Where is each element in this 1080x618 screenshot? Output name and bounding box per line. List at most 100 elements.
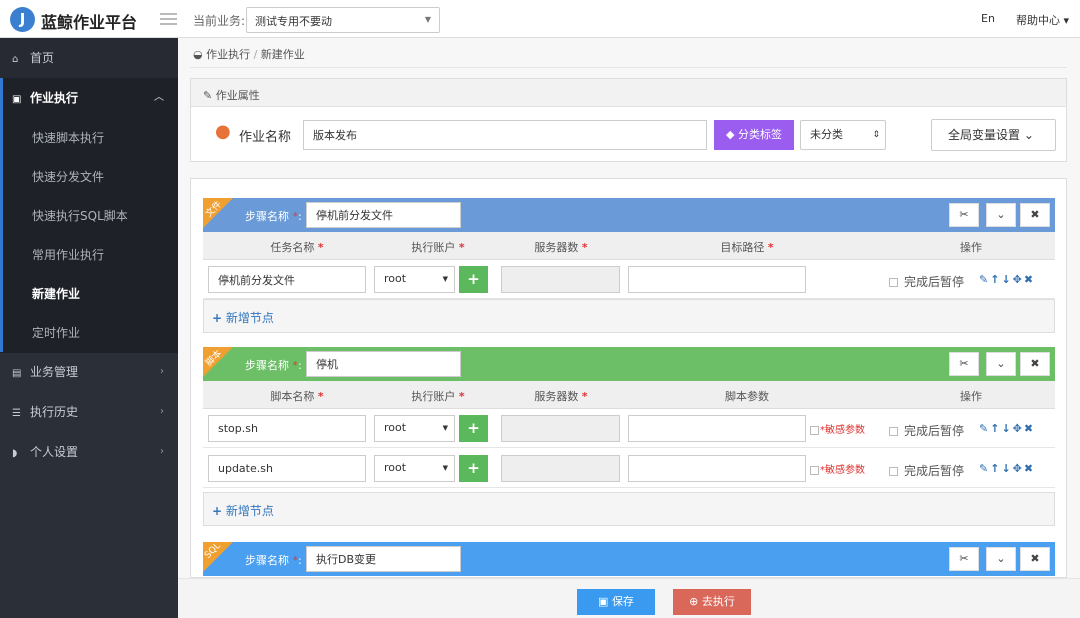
delete-icon[interactable]: ✖ bbox=[1024, 462, 1035, 475]
tag-label-text: 分类标签 bbox=[737, 128, 782, 141]
move-icon[interactable]: ✥ bbox=[1013, 273, 1024, 286]
task-name-input[interactable] bbox=[208, 266, 366, 293]
sidebar-item-history[interactable]: ☰ 执行历史 › bbox=[0, 392, 178, 432]
chevron-down-icon[interactable]: ⌄ bbox=[986, 547, 1016, 571]
chevron-down-icon[interactable]: ⌄ bbox=[986, 352, 1016, 376]
close-icon[interactable]: ✖ bbox=[1020, 547, 1050, 571]
sidebar-item-label: 执行历史 bbox=[30, 405, 79, 419]
arrow-down-icon[interactable]: ↓ bbox=[1001, 422, 1012, 435]
job-name-input[interactable] bbox=[303, 120, 707, 150]
script-params-input[interactable] bbox=[628, 415, 806, 442]
sidebar-subitem-new-job[interactable]: 新建作业 bbox=[0, 274, 178, 314]
global-vars-button[interactable]: 全局变量设置 ⌄ bbox=[931, 119, 1056, 151]
steps-panel: 文件 步骤名称 *: ✂⌄✖ 任务名称 * 执行账户 * 服务器数 * 目标路径… bbox=[190, 178, 1067, 578]
calendar-icon: ▣ bbox=[12, 94, 22, 105]
arrow-down-icon[interactable]: ↓ bbox=[1001, 273, 1012, 286]
job-properties-panel: ✎ 作业属性 ● 作业名称 ◆ 分类标签 未分类 ⇕ 全局变量设置 ⌄ bbox=[190, 78, 1067, 162]
execute-button[interactable]: ⊕ 去执行 bbox=[673, 589, 751, 615]
arrow-down-icon[interactable]: ↓ bbox=[1001, 462, 1012, 475]
sidebar-item-label: 业务管理 bbox=[30, 365, 79, 379]
chevron-up-icon: ︿ bbox=[154, 92, 164, 103]
scissors-icon[interactable]: ✂ bbox=[949, 547, 979, 571]
sidebar-item-job-exec[interactable]: ▣ 作业执行 ︿ bbox=[0, 78, 178, 118]
table-row: root▼ + *敏感参数 完成后暂停 ✎↑↓✥✖ bbox=[203, 450, 1055, 488]
step-name-input[interactable] bbox=[306, 546, 461, 572]
dashboard-icon: ◒ bbox=[193, 48, 207, 61]
sidebar-item-label: 个人设置 bbox=[30, 445, 79, 459]
add-node-button[interactable]: + 新增节点 bbox=[203, 492, 1055, 526]
chevron-circle-down-icon: ⌄ bbox=[1023, 128, 1034, 142]
breadcrumb-item[interactable]: 作业执行 bbox=[206, 48, 250, 61]
arrow-up-icon[interactable]: ↑ bbox=[990, 462, 1001, 475]
add-account-button[interactable]: + bbox=[459, 266, 488, 293]
account-select[interactable]: root ▼ bbox=[374, 266, 455, 293]
pause-after-checkbox[interactable]: 完成后暂停 bbox=[889, 462, 964, 479]
close-icon[interactable]: ✖ bbox=[1020, 352, 1050, 376]
category-value: 未分类 bbox=[810, 128, 843, 141]
table-row: root▼ + 完成后暂停 ✎↑↓✥✖ bbox=[203, 261, 1055, 299]
pause-after-checkbox[interactable]: 完成后暂停 bbox=[889, 273, 964, 290]
pause-after-checkbox[interactable]: 完成后暂停 bbox=[889, 422, 964, 439]
business-select[interactable]: 测试专用不要动 ▼ bbox=[246, 7, 440, 33]
pencil-icon[interactable]: ✎ bbox=[979, 462, 990, 475]
sidebar-subitem-common-job[interactable]: 常用作业执行 bbox=[0, 235, 178, 275]
sidebar-subitem-quick-sql[interactable]: 快速执行SQL脚本 bbox=[0, 196, 178, 236]
add-account-button[interactable]: + bbox=[459, 415, 488, 442]
help-center-menu[interactable]: 帮助中心 ▾ bbox=[1016, 12, 1069, 28]
col-header: 执行账户 * bbox=[411, 390, 465, 403]
step-name-input[interactable] bbox=[306, 202, 461, 228]
updown-icon: ⇕ bbox=[872, 130, 880, 140]
footer-bar: ▣ 保存 ⊕ 去执行 bbox=[178, 578, 1080, 618]
arrow-up-icon[interactable]: ↑ bbox=[990, 273, 1001, 286]
move-icon[interactable]: ✥ bbox=[1013, 462, 1024, 475]
category-select[interactable]: 未分类 ⇕ bbox=[800, 120, 886, 150]
step-name-input[interactable] bbox=[306, 351, 461, 377]
col-header: 目标路径 * bbox=[720, 241, 774, 254]
step-name-label: 步骤名称 *: bbox=[245, 359, 302, 372]
script-name-input[interactable] bbox=[208, 455, 366, 482]
close-icon[interactable]: ✖ bbox=[1020, 203, 1050, 227]
pencil-icon[interactable]: ✎ bbox=[979, 422, 990, 435]
scissors-icon[interactable]: ✂ bbox=[949, 203, 979, 227]
delete-icon[interactable]: ✖ bbox=[1024, 422, 1035, 435]
account-select[interactable]: root ▼ bbox=[374, 415, 455, 442]
save-button[interactable]: ▣ 保存 bbox=[577, 589, 655, 615]
sidebar-item-business[interactable]: ▤ 业务管理 › bbox=[0, 352, 178, 392]
arrow-up-icon[interactable]: ↑ bbox=[990, 422, 1001, 435]
scissors-icon[interactable]: ✂ bbox=[949, 352, 979, 376]
target-path-input[interactable] bbox=[628, 266, 806, 293]
menu-toggle-icon[interactable] bbox=[160, 13, 177, 25]
script-params-input[interactable] bbox=[628, 455, 806, 482]
col-header: 执行账户 * bbox=[411, 241, 465, 254]
col-header: 任务名称 * bbox=[270, 241, 324, 254]
pencil-icon[interactable]: ✎ bbox=[979, 273, 990, 286]
sidebar-item-home[interactable]: ⌂ 首页 bbox=[0, 38, 178, 78]
sidebar-subitem-quick-file[interactable]: 快速分发文件 bbox=[0, 157, 178, 197]
account-select[interactable]: root ▼ bbox=[374, 455, 455, 482]
language-switch[interactable]: En bbox=[981, 12, 995, 25]
sidebar-subitem-scheduled-job[interactable]: 定时作业 bbox=[0, 313, 178, 353]
row-actions: ✎↑↓✥✖ bbox=[979, 422, 1035, 435]
breadcrumb-item: 新建作业 bbox=[260, 48, 305, 61]
sensitive-param-checkbox[interactable]: *敏感参数 bbox=[810, 461, 865, 476]
server-count-field[interactable] bbox=[501, 266, 620, 293]
server-count-field[interactable] bbox=[501, 455, 620, 482]
sidebar-item-settings[interactable]: ◗ 个人设置 › bbox=[0, 432, 178, 472]
col-header: 操作 bbox=[960, 241, 982, 254]
sidebar-subitem-quick-script[interactable]: 快速脚本执行 bbox=[0, 118, 178, 158]
move-icon[interactable]: ✥ bbox=[1013, 422, 1024, 435]
add-node-button[interactable]: + 新增节点 bbox=[203, 299, 1055, 333]
chevron-right-icon: › bbox=[160, 446, 164, 457]
job-name-label: 作业名称 bbox=[239, 130, 292, 145]
sidebar-item-label: 首页 bbox=[30, 51, 55, 65]
delete-icon[interactable]: ✖ bbox=[1024, 273, 1035, 286]
add-account-button[interactable]: + bbox=[459, 455, 488, 482]
sensitive-param-checkbox[interactable]: *敏感参数 bbox=[810, 421, 865, 436]
edit-icon: ✎ bbox=[203, 89, 216, 102]
script-name-input[interactable] bbox=[208, 415, 366, 442]
server-count-field[interactable] bbox=[501, 415, 620, 442]
sidebar-item-label: 作业执行 bbox=[30, 91, 79, 105]
chevron-down-icon[interactable]: ⌄ bbox=[986, 203, 1016, 227]
col-header: 操作 bbox=[960, 390, 982, 403]
active-section-indicator bbox=[0, 78, 3, 352]
